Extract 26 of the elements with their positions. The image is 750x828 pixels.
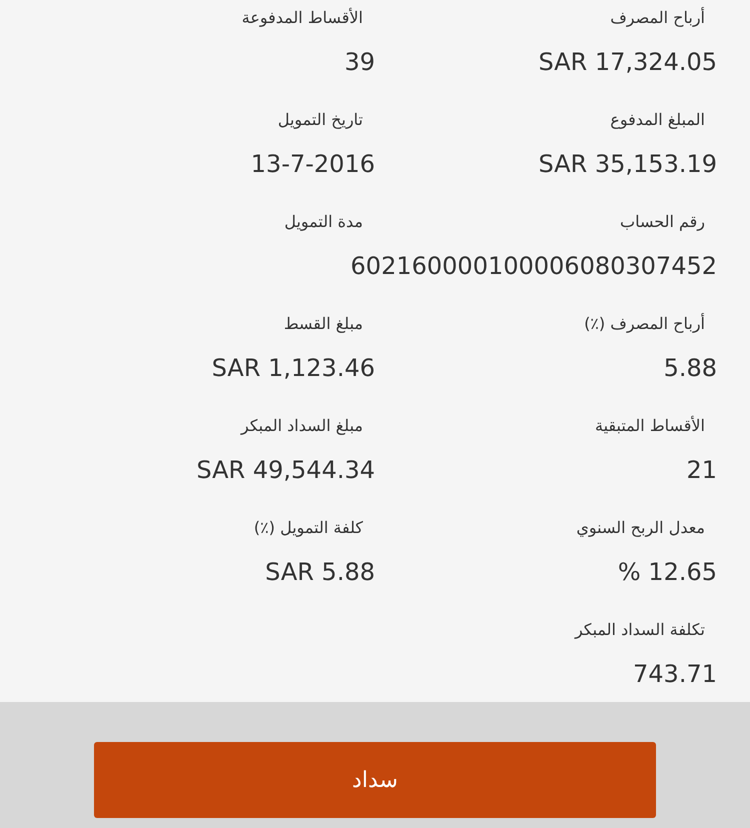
- field-label: أرباح المصرف: [610, 6, 706, 29]
- field-label: معدل الربح السنوي: [576, 517, 706, 539]
- field-value: SAR 35,153.19: [538, 150, 717, 178]
- pay-button[interactable]: سداد: [94, 742, 656, 818]
- field-value: 743.71: [633, 660, 717, 688]
- field-label: الأقساط المدفوعة: [242, 6, 364, 29]
- field-label: مدة التمويل: [284, 211, 364, 233]
- field-value: SAR 17,324.05: [538, 48, 717, 76]
- field-value: 5.88: [664, 354, 717, 382]
- field-value: 13-7-2016: [250, 150, 375, 178]
- field-value: SAR 49,544.34: [196, 456, 375, 484]
- field-value: 39: [344, 48, 375, 76]
- field-label: المبلغ المدفوع: [610, 109, 706, 131]
- field-label: مبلغ القسط: [284, 313, 364, 335]
- field-label: تكلفة السداد المبكر: [574, 619, 706, 641]
- field-label: رقم الحساب: [620, 211, 706, 233]
- field-label: تاريخ التمويل: [278, 109, 364, 131]
- field-value: SAR 1,123.46: [212, 354, 375, 382]
- field-label: كلفة التمويل (٪): [254, 517, 364, 539]
- field-value: 602160000100006080307452: [350, 252, 717, 280]
- field-value: SAR 5.88: [265, 558, 375, 586]
- field-value: 21: [686, 456, 717, 484]
- field-label: أرباح المصرف (٪): [584, 312, 706, 335]
- field-value: % 12.65: [618, 558, 717, 586]
- field-label: الأقساط المتبقية: [595, 414, 706, 437]
- field-label: مبلغ السداد المبكر: [240, 415, 364, 437]
